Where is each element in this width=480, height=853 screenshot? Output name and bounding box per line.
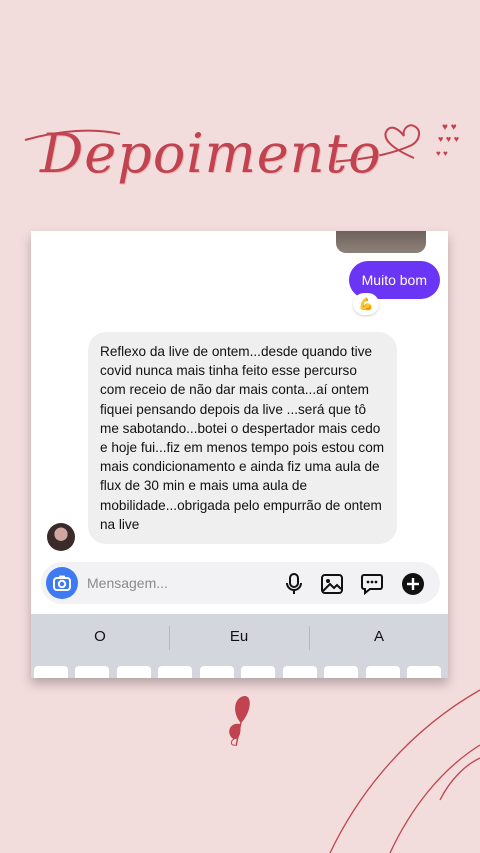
keyboard-suggestion[interactable]: A [310,628,448,645]
title-area: ♥ ♥ ♥ ♥ ♥ ♥ ♥ Depoimento [0,100,480,230]
keyboard-key[interactable] [200,666,234,678]
camera-icon [53,575,71,591]
keyboard-key[interactable] [324,666,358,678]
keyboard-key[interactable] [158,666,192,678]
received-message-bubble[interactable]: Reflexo da live de ontem...desde quando … [88,332,397,545]
message-input-bar: Mensagem... [41,562,440,604]
add-icon[interactable] [401,572,425,596]
svg-text:♥ ♥: ♥ ♥ [436,149,448,158]
sticker-chat-icon[interactable] [360,572,384,596]
camera-button[interactable] [46,567,78,599]
keyboard-key[interactable] [283,666,317,678]
svg-text:♥ ♥ ♥: ♥ ♥ ♥ [438,134,459,144]
keyboard-suggestion[interactable]: O [31,628,169,645]
keyboard-key[interactable] [241,666,275,678]
keyboard-key[interactable] [75,666,109,678]
microphone-icon[interactable] [282,572,306,596]
message-input[interactable]: Mensagem... [87,575,168,591]
gallery-icon[interactable] [320,572,344,596]
chat-screenshot: Muito bom 💪 Reflexo da live de ontem...d… [31,231,448,678]
svg-text:♥ ♥: ♥ ♥ [442,122,457,133]
avatar[interactable] [47,523,75,551]
keyboard-key[interactable] [407,666,441,678]
keyboard: O Eu A [31,614,448,678]
image-message-thumbnail[interactable] [336,231,426,253]
keyboard-key[interactable] [34,666,68,678]
butterfly-icon [229,695,250,747]
keyboard-key[interactable] [366,666,400,678]
reaction-badge[interactable]: 💪 [353,293,379,315]
keyboard-suggestion[interactable]: Eu [170,628,308,645]
page-title: Depoimento [40,122,382,185]
keyboard-key[interactable] [117,666,151,678]
